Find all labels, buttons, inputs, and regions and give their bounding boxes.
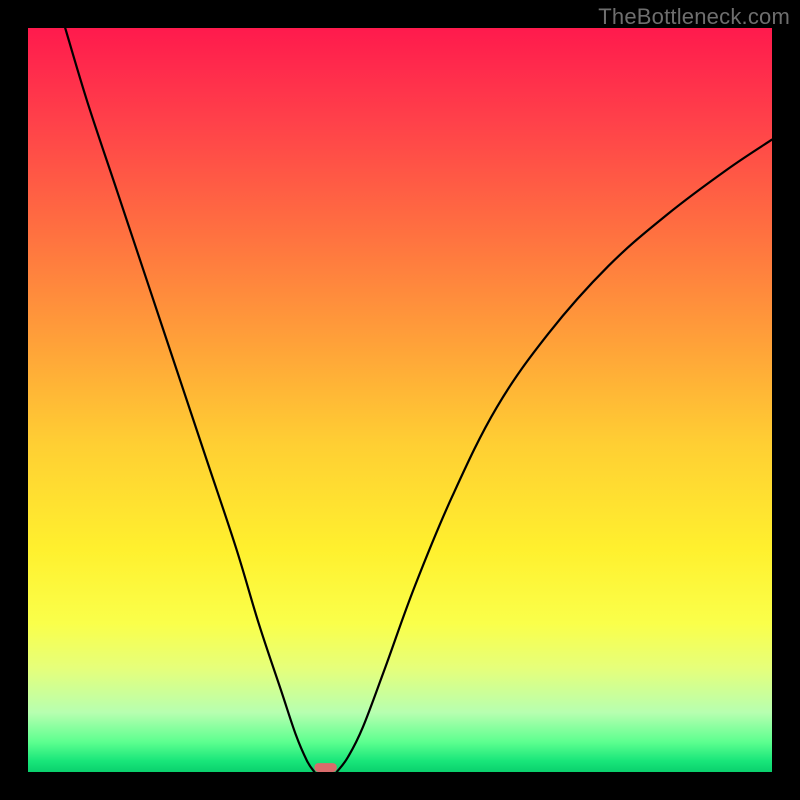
plot-area: [28, 28, 772, 772]
curve-right-branch: [337, 140, 772, 772]
trough-marker: [314, 763, 336, 772]
curve-left-branch: [65, 28, 314, 772]
curve-svg: [28, 28, 772, 772]
watermark-text: TheBottleneck.com: [598, 4, 790, 30]
chart-frame: TheBottleneck.com: [0, 0, 800, 800]
